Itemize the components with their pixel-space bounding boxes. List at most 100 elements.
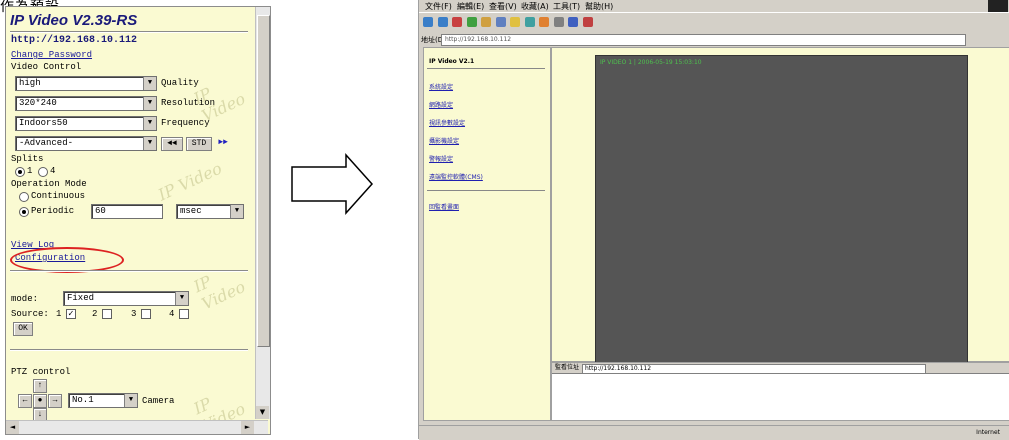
divider [427, 190, 545, 191]
toolbar [419, 12, 1009, 33]
address-input[interactable]: http://192.168.10.112 [441, 34, 966, 46]
nav-link-cms[interactable]: 遠端監控軟體(CMS) [429, 172, 483, 181]
chevron-down-icon: ▼ [175, 292, 188, 305]
source-label: Source: [11, 309, 49, 319]
continuous-radio[interactable] [19, 192, 29, 202]
chevron-down-icon: ▼ [143, 117, 156, 130]
std-button[interactable]: STD [186, 137, 212, 151]
main-frame: IP VIDEO 1 | 2006-05-19 15:03:10 [551, 47, 1009, 379]
forward-icon[interactable] [437, 17, 448, 27]
scroll-down-icon[interactable]: ▼ [256, 406, 269, 419]
ptz-home-button[interactable]: ● [33, 394, 47, 408]
ptz-left-button[interactable]: ← [18, 394, 32, 408]
ptz-right-button[interactable]: → [48, 394, 62, 408]
chevron-down-icon: ▼ [143, 97, 156, 110]
source-1-checkbox[interactable]: ✓ [66, 309, 76, 319]
menu-bar: 文件(F) 編輯(E) 查看(V) 收藏(A) 工具(T) 幫助(H) [419, 0, 1009, 12]
menu-favorites[interactable]: 收藏(A) [521, 1, 549, 12]
stop-icon[interactable] [452, 17, 463, 27]
prev-button[interactable]: ◄◄ [161, 137, 183, 151]
history-icon[interactable] [524, 17, 535, 27]
print-icon[interactable] [553, 17, 564, 27]
source-1-label: 1 [56, 309, 62, 319]
zone-indicator: Internet [976, 429, 1000, 436]
horizontal-scrollbar[interactable]: ◄ ► [6, 420, 268, 434]
periodic-label: Periodic [31, 206, 75, 216]
scroll-right-icon[interactable]: ► [241, 421, 254, 434]
watermark: IP Video [190, 271, 249, 314]
mode-label: mode: [11, 294, 39, 304]
video-overlay-label: IP VIDEO 1 | 2006-05-19 15:03:10 [600, 59, 702, 66]
scroll-left-icon[interactable]: ◄ [6, 421, 19, 434]
favorites-icon[interactable] [510, 17, 521, 27]
status-url-field[interactable]: http://192.168.10.112 [582, 364, 926, 374]
source-2-checkbox[interactable] [102, 309, 112, 319]
ptz-control-label: PTZ control [11, 367, 71, 377]
next-button[interactable]: ►► [213, 137, 233, 149]
ok-button[interactable]: OK [13, 322, 33, 336]
chevron-down-icon: ▼ [143, 77, 156, 90]
menu-view[interactable]: 查看(V) [489, 1, 517, 12]
device-url-link[interactable]: http://192.168.10.112 [11, 35, 137, 46]
video-control-label: Video Control [11, 62, 82, 72]
edit-icon[interactable] [568, 17, 579, 27]
nav-title: IP Video V2.1 [429, 58, 475, 65]
advanced-select[interactable]: -Advanced- ▼ [15, 136, 157, 151]
split-1-radio[interactable] [15, 167, 25, 177]
refresh-icon[interactable] [466, 17, 477, 27]
source-4-label: 4 [169, 309, 175, 319]
split-4-radio[interactable] [38, 167, 48, 177]
mode-select[interactable]: Fixed ▼ [63, 291, 189, 306]
menu-edit[interactable]: 編輯(E) [457, 1, 484, 12]
resolution-select[interactable]: 320*240 ▼ [15, 96, 157, 111]
source-3-checkbox[interactable] [141, 309, 151, 319]
periodic-radio[interactable] [19, 207, 29, 217]
camera-label: Camera [142, 396, 175, 406]
menu-help[interactable]: 幫助(H) [585, 1, 613, 12]
ptz-up-button[interactable]: ↑ [33, 379, 47, 393]
nav-link-video[interactable]: 視訊參數設定 [429, 118, 465, 127]
change-password-link[interactable]: Change Password [11, 50, 92, 60]
nav-link-camera[interactable]: 攝影機設定 [429, 136, 459, 145]
nav-link-alarm[interactable]: 警報設定 [429, 154, 453, 163]
status-url-label: 監看位址 [555, 364, 580, 371]
chevron-down-icon: ▼ [124, 394, 137, 407]
periodic-input[interactable]: 60 [91, 204, 163, 219]
split-1-label: 1 [27, 166, 33, 176]
navigation-frame: IP Video V2.1 系統設定 網路設定 視訊參數設定 攝影機設定 警報設… [423, 47, 551, 421]
watermark: IP Video [155, 158, 225, 205]
browser-status-bar: Internet [419, 425, 1009, 440]
quality-select[interactable]: high ▼ [15, 76, 157, 91]
divider [10, 31, 248, 33]
panel-title: IP Video V2.39-RS [10, 12, 138, 29]
nav-link-back-to-view[interactable]: 回監看畫面 [429, 202, 459, 211]
windows-logo-icon [988, 0, 1008, 12]
quality-label: Quality [161, 78, 199, 88]
menu-file[interactable]: 文件(F) [425, 1, 452, 12]
vertical-scrollbar[interactable]: ▼ [255, 7, 270, 419]
watermark: IP Video [190, 83, 249, 126]
camera-select[interactable]: No.1 ▼ [68, 393, 138, 408]
right-arrow-icon [291, 153, 374, 215]
divider [427, 68, 545, 69]
back-icon[interactable] [423, 17, 433, 27]
source-3-label: 3 [131, 309, 137, 319]
chevron-down-icon: ▼ [230, 205, 243, 218]
home-icon[interactable] [481, 17, 492, 27]
source-2-label: 2 [92, 309, 98, 319]
source-4-checkbox[interactable] [179, 309, 189, 319]
nav-link-system[interactable]: 系統設定 [429, 82, 453, 91]
frequency-label: Frequency [161, 118, 210, 128]
search-icon[interactable] [495, 17, 506, 27]
address-bar: 地址(D) http://192.168.10.112 [419, 32, 1009, 46]
nav-link-network[interactable]: 網路設定 [429, 100, 453, 109]
operation-mode-label: Operation Mode [11, 179, 87, 189]
mail-icon[interactable] [539, 17, 550, 27]
status-frame: 監看位址 http://192.168.10.112 [551, 362, 1009, 421]
periodic-unit-select[interactable]: msec ▼ [176, 204, 244, 219]
frequency-select[interactable]: Indoors50 ▼ [15, 116, 157, 131]
chevron-down-icon: ▼ [143, 137, 156, 150]
discuss-icon[interactable] [583, 17, 594, 27]
menu-tools[interactable]: 工具(T) [553, 1, 580, 12]
video-display[interactable]: IP VIDEO 1 | 2006-05-19 15:03:10 [595, 55, 968, 379]
